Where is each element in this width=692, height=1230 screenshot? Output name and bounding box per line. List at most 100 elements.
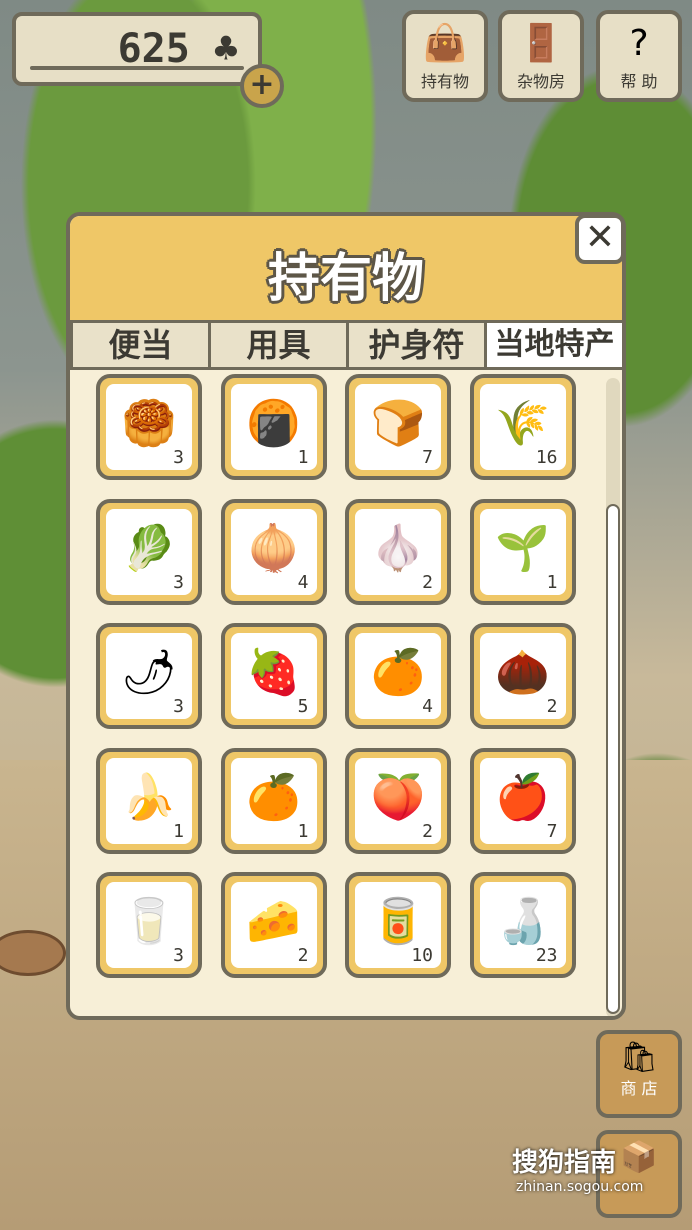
item-quantity: 3: [173, 945, 184, 966]
onion-icon: 🧅: [246, 522, 301, 574]
bag-icon: 👜: [422, 23, 468, 64]
storage-room-button[interactable]: 🚪 杂物房: [498, 10, 584, 102]
inventory-button[interactable]: 👜 持有物: [402, 10, 488, 102]
inventory-item-slot[interactable]: 🌱 1: [469, 498, 576, 605]
item-quantity: 1: [297, 820, 309, 842]
watermark-url: zhinan.sogou.com: [516, 1179, 644, 1195]
peach-icon: 🍑: [370, 771, 426, 823]
item-slot-inner: 🥛 3: [106, 882, 192, 968]
chili-peppers-icon: 🌶: [121, 647, 177, 698]
inventory-item-slot[interactable]: 🧀 2: [220, 872, 327, 978]
item-quantity: 2: [546, 696, 558, 717]
counter-underline: [30, 66, 244, 70]
help-button[interactable]: ? 帮 助: [596, 10, 682, 102]
orange-icon: 🍊: [246, 771, 301, 823]
tab-charms[interactable]: 护身符: [346, 320, 487, 370]
fried-snack-plate-icon: 🍘: [246, 398, 301, 449]
item-quantity: 7: [546, 820, 558, 842]
shop-bags-icon: 🛍: [619, 1040, 659, 1075]
tab-local-specialties[interactable]: 当地特产: [484, 320, 622, 370]
clover-counter: 625 ♣: [12, 12, 262, 86]
item-slot-inner: 🧅 4: [230, 508, 317, 595]
item-slot-inner: 🧀 2: [230, 882, 317, 968]
question-icon: ?: [629, 23, 649, 64]
tea-can-icon: 🥫: [370, 896, 426, 947]
inventory-item-slot[interactable]: 🥛 3: [96, 872, 202, 978]
inventory-item-slot[interactable]: 🥬 3: [96, 498, 202, 605]
green-onion-icon: 🌱: [495, 522, 550, 574]
item-quantity: 3: [173, 447, 184, 468]
inventory-item-slot[interactable]: 🌰 2: [469, 623, 576, 729]
item-slot-inner: 🍌 1: [106, 757, 192, 844]
item-slot-inner: 🍑 2: [355, 757, 441, 844]
item-slot-inner: 🌰 2: [479, 633, 566, 719]
item-slot-inner: 🌱 1: [479, 508, 566, 595]
inventory-item-slot[interactable]: 🍊 1: [220, 747, 327, 854]
persimmon-icon: 🍊: [370, 647, 426, 698]
inventory-item-slot[interactable]: 🍊 4: [345, 623, 451, 729]
close-button[interactable]: ✕: [575, 214, 625, 264]
item-slot-inner: 🍶 23: [479, 882, 566, 968]
scrollbar-thumb[interactable]: [606, 504, 620, 1014]
add-clover-button[interactable]: +: [240, 64, 284, 108]
inventory-item-slot[interactable]: 🍎 7: [469, 747, 576, 854]
inventory-item-slot[interactable]: 🥫 10: [345, 872, 451, 978]
item-slot-inner: 🍞 7: [355, 384, 441, 470]
panel-header: 持有物: [70, 216, 622, 320]
inventory-item-slot[interactable]: 🧄 2: [345, 498, 451, 605]
strawberry-icon: 🍓: [246, 647, 301, 698]
inventory-item-slot[interactable]: 🧅 4: [220, 498, 327, 605]
item-quantity: 2: [297, 945, 309, 966]
storage-room-button-label: 杂物房: [516, 72, 565, 91]
inventory-button-label: 持有物: [420, 72, 469, 91]
cabbage-icon: 🥬: [121, 522, 177, 574]
item-quantity: 1: [546, 571, 558, 593]
inventory-item-slot[interactable]: 🥮 3: [96, 374, 202, 480]
item-slot-inner: 🍎 7: [479, 757, 566, 844]
rice-sack-icon: 🌾: [495, 398, 550, 449]
item-slot-inner: 🥮 3: [106, 384, 192, 470]
inventory-item-slot[interactable]: 🌶 3: [96, 623, 202, 729]
item-quantity: 1: [297, 447, 309, 468]
inventory-item-slot[interactable]: 🍞 7: [345, 374, 451, 480]
item-slot-inner: 🥬 3: [106, 508, 192, 595]
door-icon: 🚪: [518, 23, 564, 64]
panel-title: 持有物: [267, 249, 424, 309]
item-slot-inner: 🍊 1: [230, 757, 317, 844]
buns-icon: 🍞: [370, 398, 426, 449]
inventory-panel: 持有物 便当 用具 护身符 当地特产 🥮 3 🍘 1 🍞 7 🌾 16 🥬 3 🧅 4 🧄 2 🌱 1 🌶 3 🍓 5…: [66, 212, 626, 1020]
milk-jug-icon: 🥛: [121, 896, 177, 947]
shop-button[interactable]: 🛍 商 店: [596, 1030, 682, 1118]
item-quantity: 2: [422, 820, 433, 842]
item-slot-inner: 🍊 4: [355, 633, 441, 719]
cheese-icon: 🧀: [246, 896, 301, 947]
item-quantity: 4: [422, 696, 433, 717]
close-icon: ✕: [584, 217, 616, 258]
item-quantity: 1: [173, 820, 184, 842]
item-quantity: 7: [422, 447, 433, 468]
item-slot-inner: 🧄 2: [355, 508, 441, 595]
item-quantity: 3: [173, 696, 184, 717]
inventory-item-slot[interactable]: 🍓 5: [220, 623, 327, 729]
garlic-icon: 🧄: [370, 522, 426, 574]
item-quantity: 10: [411, 945, 433, 966]
shop-button-label: 商 店: [620, 1079, 658, 1098]
item-quantity: 4: [297, 571, 309, 593]
inventory-item-slot[interactable]: 🍘 1: [220, 374, 327, 480]
mooncakes-icon: 🥮: [121, 398, 177, 449]
item-slot-inner: 🌾 16: [479, 384, 566, 470]
watermark: 搜狗指南 zhinan.sogou.com: [512, 1142, 643, 1195]
item-slot-inner: 🥫 10: [355, 882, 441, 968]
category-tabs: 便当 用具 护身符 当地特产: [70, 320, 622, 370]
scrollbar-track[interactable]: [606, 378, 620, 1016]
inventory-item-slot[interactable]: 🌾 16: [469, 374, 576, 480]
apple-icon: 🍎: [495, 771, 550, 823]
item-quantity: 16: [535, 447, 558, 468]
inventory-item-slot[interactable]: 🍑 2: [345, 747, 451, 854]
item-slot-inner: 🌶 3: [106, 633, 192, 719]
inventory-item-slot[interactable]: 🍌 1: [96, 747, 202, 854]
banana-icon: 🍌: [121, 771, 177, 823]
tab-lunch[interactable]: 便当: [70, 320, 211, 370]
tab-tools[interactable]: 用具: [208, 320, 349, 370]
inventory-item-slot[interactable]: 🍶 23: [469, 872, 576, 978]
